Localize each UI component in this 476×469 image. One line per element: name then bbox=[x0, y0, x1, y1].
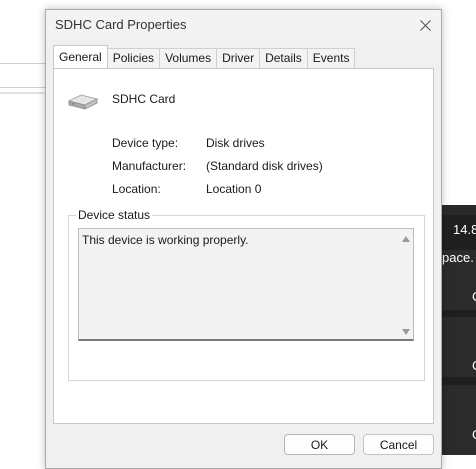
device-status-group: Device status This device is working pro… bbox=[68, 208, 425, 381]
background-divider bbox=[0, 87, 46, 88]
device-type-label: Device type: bbox=[112, 136, 179, 150]
background-letter: C bbox=[472, 358, 476, 373]
background-letter: C bbox=[472, 427, 476, 442]
ok-button[interactable]: OK bbox=[284, 434, 355, 455]
background-divider bbox=[0, 92, 46, 94]
background-text: pace. bbox=[442, 250, 474, 265]
manufacturer-value: (Standard disk drives) bbox=[206, 159, 323, 173]
title-bar[interactable]: SDHC Card Properties bbox=[46, 10, 441, 40]
location-value: Location 0 bbox=[206, 182, 262, 196]
scroll-down-icon[interactable] bbox=[402, 329, 410, 335]
background-left-panel bbox=[0, 40, 46, 455]
background-divider bbox=[0, 63, 46, 64]
tab-driver[interactable]: Driver bbox=[216, 48, 261, 68]
background-dark-panel: 14.8 pace. C C C bbox=[442, 205, 476, 455]
device-status-text: This device is working properly. bbox=[82, 233, 249, 247]
cancel-button[interactable]: Cancel bbox=[363, 434, 434, 455]
location-label: Location: bbox=[112, 182, 161, 196]
tab-details[interactable]: Details bbox=[259, 48, 308, 68]
close-button[interactable] bbox=[413, 14, 437, 36]
disk-drive-icon bbox=[67, 94, 99, 110]
device-status-textbox[interactable]: This device is working properly. bbox=[78, 228, 414, 341]
tab-strip: General Policies Volumes Driver Details … bbox=[53, 45, 356, 69]
tab-policies[interactable]: Policies bbox=[106, 48, 161, 68]
background-value: 14.8 bbox=[453, 222, 476, 237]
device-type-value: Disk drives bbox=[206, 136, 265, 150]
tab-general[interactable]: General bbox=[53, 45, 108, 68]
tab-events[interactable]: Events bbox=[306, 48, 356, 68]
device-name: SDHC Card bbox=[112, 92, 176, 106]
close-icon bbox=[419, 19, 431, 31]
general-tab-panel: SDHC Card Device type: Disk drives Manuf… bbox=[53, 68, 434, 424]
tab-volumes[interactable]: Volumes bbox=[159, 48, 218, 68]
manufacturer-label: Manufacturer: bbox=[112, 159, 187, 173]
scroll-up-icon[interactable] bbox=[402, 236, 410, 242]
background-letter: C bbox=[472, 289, 476, 304]
device-status-title: Device status bbox=[76, 208, 153, 222]
properties-dialog: SDHC Card Properties General Policies Vo… bbox=[45, 9, 442, 469]
dialog-title: SDHC Card Properties bbox=[55, 17, 187, 32]
